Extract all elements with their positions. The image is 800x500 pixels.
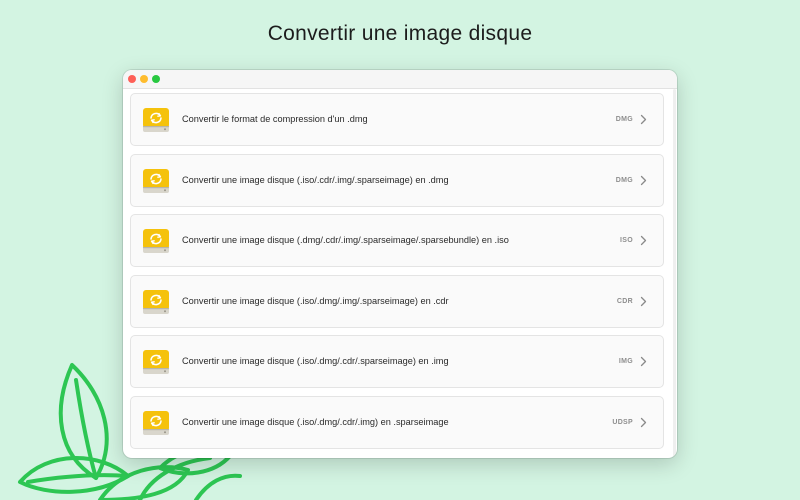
close-button[interactable] [128, 75, 136, 83]
chevron-right-icon [640, 417, 647, 428]
list-item-5[interactable]: Convertir une image disque (.iso/.dmg/.c… [130, 335, 664, 389]
chevron-right-icon [640, 357, 647, 367]
disk-convert-icon [143, 350, 169, 375]
disk-convert-icon [143, 168, 169, 193]
list-item-label: Convertir le format de compression d'un … [182, 114, 368, 124]
list-item-1[interactable]: Convertir le format de compression d'un … [130, 93, 664, 146]
chevron-right-icon [640, 175, 647, 185]
list-item-4[interactable]: Convertir une image disque (.iso/.dmg/.i… [130, 274, 664, 328]
app-window: Convertir le format de compression d'un … [123, 70, 677, 458]
chevron-right-icon [640, 236, 647, 246]
conversion-list: Convertir le format de compression d'un … [130, 93, 666, 457]
title-bar [123, 70, 677, 89]
chevron-right-icon [640, 296, 647, 306]
list-item-label: Convertir une image disque (.dmg/.cdr/.i… [182, 235, 509, 246]
disk-convert-icon [143, 108, 169, 132]
zoom-button[interactable] [152, 75, 160, 83]
list-item-label: Convertir une image disque (.iso/.cdr/.i… [182, 174, 449, 185]
format-badge: CDR [616, 297, 633, 305]
minimize-button[interactable] [140, 75, 148, 83]
page-title: Convertir une image disque [267, 22, 533, 45]
format-badge: DMG [615, 176, 633, 184]
list-item-label: Convertir une image disque (.iso/.dmg/.i… [182, 295, 449, 306]
disk-convert-icon [143, 289, 169, 314]
scrollbar[interactable] [673, 89, 676, 457]
list-item-6[interactable]: Convertir une image disque (.iso/.dmg/.c… [130, 395, 664, 449]
format-badge: ISO [620, 237, 633, 245]
disk-convert-icon [143, 229, 169, 254]
format-badge: IMG [618, 358, 633, 366]
list-item-label: Convertir une image disque (.iso/.dmg/.c… [182, 356, 449, 367]
list-item-2[interactable]: Convertir une image disque (.iso/.cdr/.i… [130, 153, 664, 207]
format-badge: UDSP [612, 418, 633, 426]
list-item-label: Convertir une image disque (.iso/.dmg/.c… [182, 416, 449, 427]
list-item-3[interactable]: Convertir une image disque (.dmg/.cdr/.i… [130, 214, 664, 268]
chevron-right-icon [640, 114, 647, 125]
format-badge: DMG [615, 116, 633, 123]
disk-convert-icon [143, 410, 169, 435]
